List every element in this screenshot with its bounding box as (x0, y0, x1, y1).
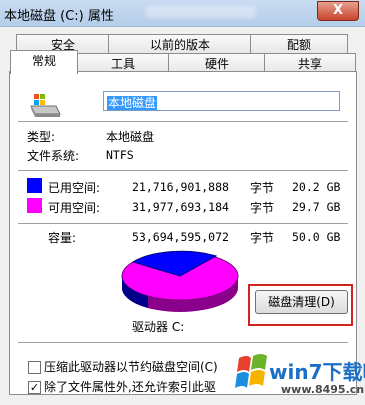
used-space-label: 已用空间: (48, 181, 101, 195)
win7-logo-watermark (235, 354, 267, 388)
divider (18, 223, 348, 224)
free-space-unit: 字节 (250, 201, 275, 215)
volume-name-value: 本地磁盘 (107, 96, 158, 110)
capacity-bytes: 53,694,595,072 (132, 230, 229, 244)
compress-checkbox[interactable] (28, 361, 41, 374)
capacity-label: 容量: (48, 231, 77, 245)
capacity-size: 50.0 GB (292, 230, 341, 244)
filesystem-value: NTFS (106, 148, 134, 162)
watermark-url: www.8495.cn (281, 383, 365, 396)
divider (18, 170, 348, 171)
tab-general[interactable]: 常规 (10, 50, 78, 74)
drive-letter-label: 驱动器 C: (132, 320, 185, 334)
watermark-brand: win7下载吧 (269, 360, 365, 384)
compress-checkbox-label: 压缩此驱动器以节约磁盘空间(C) (44, 360, 218, 374)
used-space-bytes: 21,716,901,888 (132, 180, 229, 194)
used-space-size: 20.2 GB (292, 180, 341, 194)
used-space-swatch (27, 178, 42, 193)
window-title: 本地磁盘 (C:) 属性 (4, 9, 114, 24)
index-checkbox[interactable]: ✓ (28, 381, 41, 394)
free-space-bytes: 31,977,693,184 (132, 200, 229, 214)
filesystem-label: 文件系统: (27, 149, 80, 163)
hard-drive-icon (30, 94, 61, 117)
tab-previous-versions[interactable]: 以前的版本 (108, 34, 252, 55)
tab-quota[interactable]: 配额 (250, 34, 348, 55)
free-space-label: 可用空间: (48, 201, 101, 215)
title-bar: 本地磁盘 (C:) 属性 X (0, 0, 365, 27)
title-bar-blur (146, 6, 256, 18)
divider (18, 342, 348, 343)
type-label: 类型: (27, 130, 56, 144)
volume-name-input[interactable]: 本地磁盘 (103, 91, 340, 111)
free-space-size: 29.7 GB (292, 200, 341, 214)
free-space-swatch (27, 198, 42, 213)
capacity-unit: 字节 (250, 231, 275, 245)
divider (18, 121, 348, 122)
close-button[interactable]: X (317, 1, 359, 21)
used-space-unit: 字节 (250, 181, 275, 195)
index-checkbox-label: 除了文件属性外,还允许索引此驱 (44, 380, 216, 394)
general-tab-panel: 本地磁盘 类型: 本地磁盘 文件系统: NTFS 已用空间: 21,716,90… (9, 71, 357, 395)
disk-usage-pie (121, 250, 239, 312)
type-value: 本地磁盘 (106, 130, 155, 144)
disk-cleanup-button[interactable]: 磁盘清理(D) (255, 290, 348, 314)
